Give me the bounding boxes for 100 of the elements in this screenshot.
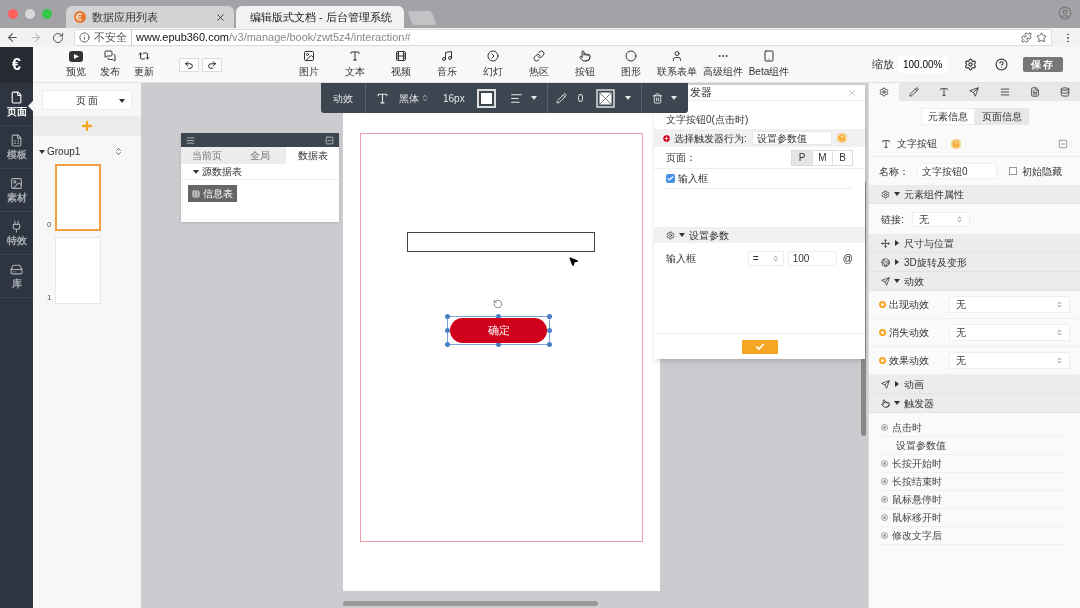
help-icon[interactable] [995, 58, 1008, 71]
reload-icon[interactable] [52, 31, 64, 44]
checkbox[interactable] [1009, 167, 1017, 175]
page-select[interactable]: 页 面 [42, 90, 132, 110]
toolbar-button[interactable]: 图形 [608, 50, 654, 79]
close-icon[interactable] [215, 11, 226, 23]
trigger-item[interactable]: 长按开始时 [892, 456, 942, 471]
toolbar-button[interactable]: Beta组件 [746, 50, 792, 79]
settings-icon[interactable] [964, 58, 977, 71]
trigger-item[interactable]: 鼠标移开时 [892, 510, 942, 525]
link-icon [533, 50, 545, 62]
toolbar-button[interactable]: 预览 [61, 50, 91, 79]
input-box[interactable] [407, 232, 595, 252]
extension-icon[interactable] [1021, 32, 1032, 43]
collapse-icon[interactable] [1058, 138, 1068, 149]
back-icon[interactable] [6, 31, 19, 44]
trigger-item[interactable]: 鼠标悬停时 [892, 492, 942, 507]
letter-icon [349, 50, 361, 62]
panel-tab[interactable] [869, 83, 900, 101]
rotate-handle-icon[interactable] [493, 299, 503, 309]
paper-plane-icon [881, 379, 890, 389]
horizontal-scrollbar[interactable] [343, 601, 598, 606]
zoom-field[interactable]: 100.00% [898, 56, 948, 73]
panel-tab[interactable]: 全局 [233, 147, 287, 164]
logo[interactable]: € [12, 53, 21, 77]
letter-icon [881, 138, 891, 149]
menu-icon[interactable] [186, 135, 195, 145]
status-ring-icon [879, 357, 886, 364]
name-field[interactable]: 文字按钮0 [917, 163, 997, 179]
delete-icon[interactable] [652, 92, 664, 104]
toolbar-button[interactable]: 音乐 [424, 50, 470, 79]
settings-icon [666, 230, 675, 240]
add-icon[interactable] [662, 133, 671, 143]
font-select[interactable]: 黑体 [399, 90, 429, 106]
effect-select[interactable]: 无 [949, 296, 1070, 313]
insert-variable-button[interactable]: @ [842, 250, 853, 266]
trigger-item[interactable]: 修改文字后 [892, 528, 942, 543]
bookmark-icon[interactable] [1036, 32, 1047, 43]
font-size-field[interactable]: 16px [443, 90, 465, 106]
mode-toggle[interactable]: P [792, 150, 812, 165]
link-select[interactable]: 无 [911, 211, 970, 227]
toolbar-button[interactable]: 图片 [286, 50, 332, 79]
param-value-field[interactable]: 100 [787, 250, 837, 266]
paper-plane-icon [881, 276, 890, 286]
font-icon[interactable] [376, 91, 389, 105]
mouse-cursor-icon [568, 256, 579, 267]
panel-tab[interactable]: 当前页 [181, 147, 234, 164]
no-border-icon[interactable] [596, 88, 616, 108]
url-field[interactable]: 不安全 www.epub360.com/v3/manage/book/zwt5z4/interaction# [74, 29, 1052, 46]
pencil-icon[interactable] [555, 92, 567, 104]
reorder-icon[interactable] [114, 147, 123, 156]
trigger-dot-icon [881, 532, 888, 539]
undo-button[interactable] [179, 57, 199, 72]
updown-icon [955, 215, 963, 223]
caret-icon [625, 95, 632, 101]
toolbar-button[interactable]: 幻灯 [470, 50, 516, 79]
align-icon[interactable] [509, 91, 523, 105]
toolbar-button[interactable]: 更新 [129, 50, 159, 79]
section-title[interactable]: 触发器 [904, 395, 934, 411]
operator-select[interactable]: = [747, 250, 784, 266]
border-width-field[interactable]: 0 [577, 90, 584, 106]
page-thumbnail[interactable] [55, 164, 102, 231]
effect-select[interactable]: 无 [949, 352, 1070, 369]
data-table-item[interactable]: 信息表 [188, 185, 237, 202]
animation-button[interactable]: 动效 [321, 83, 366, 113]
section-title[interactable]: 动画 [904, 376, 924, 392]
section-title[interactable]: 动效 [904, 273, 924, 289]
toolbar-button[interactable]: 视频 [378, 50, 424, 79]
redo-button[interactable] [202, 57, 222, 72]
redo-icon [207, 59, 217, 70]
sub-tab[interactable]: 元素信息 [920, 108, 975, 125]
trigger-action[interactable]: 设置参数值 [896, 438, 946, 453]
effect-select[interactable]: 无 [949, 324, 1070, 341]
browser-tab[interactable]: 数据应用列表 [66, 6, 234, 28]
action-field[interactable]: 设置参数值 [751, 131, 832, 145]
collapse-icon[interactable] [325, 135, 334, 145]
toolbar-button[interactable]: 高级组件 [700, 50, 746, 79]
toolbar-button[interactable]: 联系表单 [654, 50, 700, 79]
trigger-item[interactable]: 点击时 [892, 420, 922, 435]
toolbar-button[interactable]: 文本 [332, 50, 378, 79]
confirm-button[interactable] [741, 339, 778, 354]
repeat-icon [138, 50, 150, 62]
confirm-button[interactable]: 确定 [450, 318, 547, 343]
save-button[interactable]: 保存 [1023, 57, 1063, 72]
checkbox[interactable] [666, 174, 675, 183]
globe-icon [881, 257, 890, 267]
document-icon [10, 90, 23, 104]
section-title[interactable]: 设置参数 [689, 227, 729, 243]
toolbar-button[interactable]: 发布 [95, 50, 125, 79]
sub-tab[interactable]: 页面信息 [974, 108, 1029, 125]
section-title[interactable]: 源数据表 [202, 164, 242, 179]
color-swatch[interactable] [476, 88, 496, 108]
status-ring-icon [879, 329, 886, 336]
browser-tab[interactable]: 编辑版式文档 - 后台管理系统 [236, 6, 404, 28]
trigger-item[interactable]: 长按结束时 [892, 474, 942, 489]
drive-icon [10, 262, 23, 276]
toolbar-button[interactable]: 按钮 [562, 50, 608, 79]
section-title[interactable]: 尺寸与位置 [904, 235, 954, 251]
toolbar-button[interactable]: 热区 [516, 50, 562, 79]
group-label[interactable]: Group1 [47, 144, 114, 159]
